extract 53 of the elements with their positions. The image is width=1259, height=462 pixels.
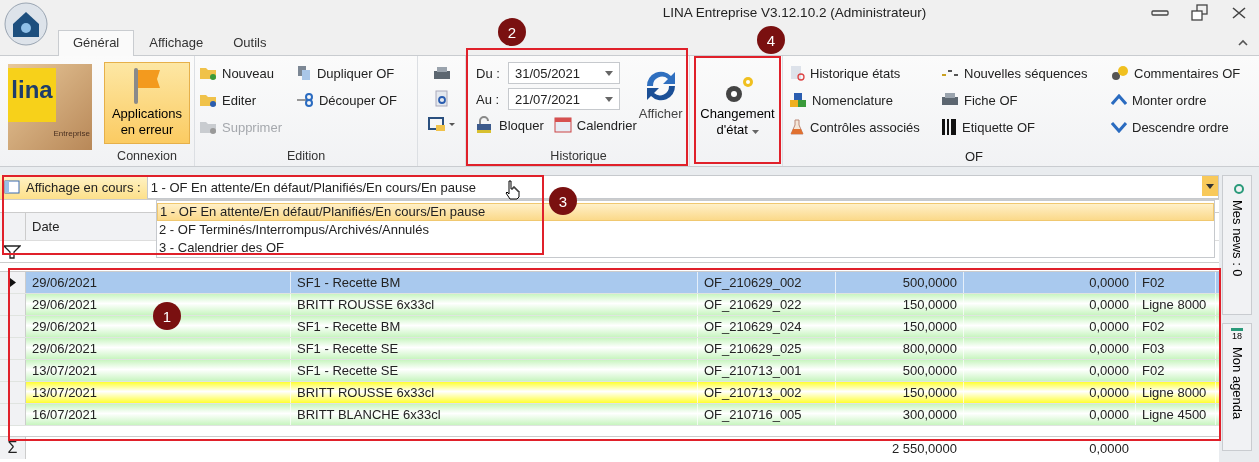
- table-cell: OF_210629_022: [698, 294, 836, 315]
- table-cell: 0,0000: [964, 360, 1136, 381]
- table-cell: OF_210629_025: [698, 338, 836, 359]
- table-cell: 13/07/2021: [26, 382, 291, 403]
- logo-text: lina: [8, 68, 56, 122]
- table-cell: BRITT ROUSSE 6x33cl: [291, 294, 698, 315]
- table-cell: BRITT ROUSSE 6x33cl: [291, 382, 698, 403]
- sum-symbol: Σ: [7, 439, 18, 457]
- to-label: Au :: [476, 91, 501, 107]
- total-value: 0,0000: [1089, 440, 1129, 456]
- table-cell: 13/07/2021: [26, 360, 291, 381]
- table-cell: 500,0000: [836, 272, 964, 293]
- table-cell: 500,0000: [836, 360, 964, 381]
- table-cell: 0,0000: [964, 338, 1136, 359]
- table-cell: Ligne 8000: [1136, 382, 1216, 403]
- group-label: Connexion: [116, 149, 178, 163]
- logo-subtext: Entreprise: [53, 129, 90, 138]
- from-label: Du :: [476, 65, 501, 81]
- view-label: Affichage en cours :: [26, 179, 141, 195]
- group-label: Historique: [549, 149, 608, 163]
- table-cell: BRITT BLANCHE 6x33cl: [291, 404, 698, 425]
- table-cell: OF_210629_024: [698, 316, 836, 337]
- table-cell: Ligne 8000: [1136, 294, 1216, 315]
- group-label: OF: [965, 149, 984, 164]
- table-cell: F02: [1136, 316, 1216, 337]
- table-cell: 300,0000: [836, 404, 964, 425]
- table-cell: 150,0000: [836, 382, 964, 403]
- table-cell: 800,0000: [836, 338, 964, 359]
- table-cell: OF_210629_002: [698, 272, 836, 293]
- table-cell: SF1 - Recette SE: [291, 360, 698, 381]
- table-cell: 29/06/2021: [26, 272, 291, 293]
- table-cell: F02: [1136, 360, 1216, 381]
- table-cell: 0,0000: [964, 404, 1136, 425]
- table-cell: SF1 - Recette BM: [291, 272, 698, 293]
- table-cell: OF_210716_005: [698, 404, 836, 425]
- table-cell: 29/06/2021: [26, 338, 291, 359]
- table-cell: F02: [1136, 272, 1216, 293]
- table-cell: OF_210713_002: [698, 382, 836, 403]
- table-cell: 0,0000: [964, 272, 1136, 293]
- table-cell: 150,0000: [836, 316, 964, 337]
- table-cell: 0,0000: [964, 382, 1136, 403]
- table-cell: SF1 - Recette BM: [291, 316, 698, 337]
- table-cell: Ligne 4500: [1136, 404, 1216, 425]
- window-title: LINA Entreprise V3.12.10.2 (Administrateur): [662, 4, 927, 20]
- table-cell: 150,0000: [836, 294, 964, 315]
- group-label: Edition: [285, 149, 327, 163]
- table-cell: F03: [1136, 338, 1216, 359]
- table-cell: SF1 - Recette SE: [291, 338, 698, 359]
- table-cell: 0,0000: [964, 294, 1136, 315]
- table-cell: OF_210713_001: [698, 360, 836, 381]
- total-value: 2 550,0000: [891, 440, 957, 456]
- table-cell: 0,0000: [964, 316, 1136, 337]
- table-cell: 16/07/2021: [26, 404, 291, 425]
